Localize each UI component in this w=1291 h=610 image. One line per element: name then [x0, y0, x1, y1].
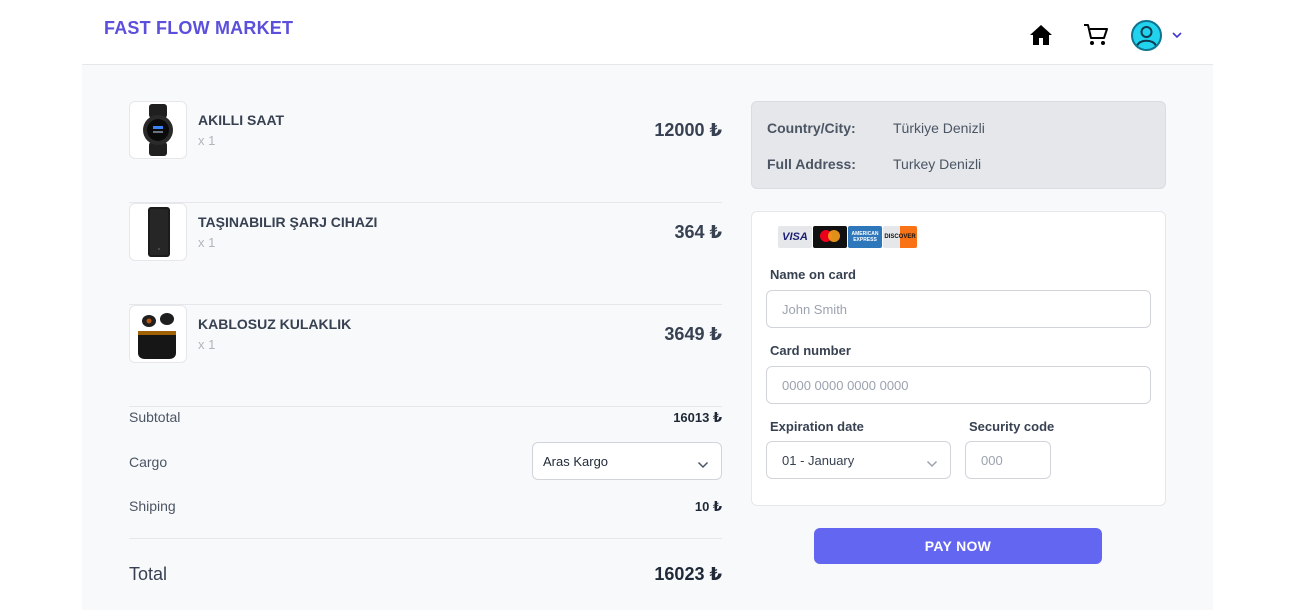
country-city-label: Country/City:	[767, 120, 856, 136]
powerbank-image	[129, 203, 187, 261]
product-name: KABLOSUZ KULAKLIK	[198, 316, 352, 332]
name-on-card-input[interactable]: John Smith	[766, 290, 1151, 328]
card-logos: VISA AMERICAN EXPRESS DISCOVER	[778, 226, 917, 248]
security-code-input[interactable]: 000	[965, 441, 1051, 479]
security-code-label: Security code	[969, 419, 1055, 434]
card-number-input[interactable]: 0000 0000 0000 0000	[766, 366, 1151, 404]
product-quantity: x 1	[198, 337, 216, 352]
full-address-value: Turkey Denizli	[893, 156, 982, 172]
cart-item: KABLOSUZ KULAKLIK x 1 3649 ₺	[129, 305, 722, 407]
cargo-selected-value: Aras Kargo	[543, 453, 609, 469]
discover-logo-icon: DISCOVER	[883, 226, 917, 248]
shipping-value: 10 ₺	[694, 499, 722, 514]
product-name: AKILLI SAAT	[198, 112, 285, 128]
shipping-label: Shiping	[129, 498, 176, 514]
product-price: 364 ₺	[674, 222, 722, 242]
visa-logo-icon: VISA	[778, 226, 812, 248]
brand-logo[interactable]: FAST FLOW MARKET	[104, 18, 293, 39]
expiration-date-label: Expiration date	[770, 419, 864, 434]
subtotal-label: Subtotal	[129, 409, 181, 425]
product-price: 3649 ₺	[664, 324, 722, 344]
cart-item: AKILLI SAAT x 1 12000 ₺	[129, 101, 722, 203]
chevron-down-icon[interactable]	[1170, 30, 1184, 40]
full-address-label: Full Address:	[767, 156, 856, 172]
top-navbar: FAST FLOW MARKET	[0, 0, 1291, 64]
avatar-icon[interactable]	[1131, 20, 1162, 51]
earbuds-image	[129, 305, 187, 363]
name-on-card-label: Name on card	[770, 267, 856, 282]
cargo-select[interactable]: Aras Kargo	[532, 442, 722, 480]
product-name: TAŞINABILIR ŞARJ CIHAZI	[198, 214, 378, 230]
product-quantity: x 1	[198, 133, 216, 148]
total-divider	[129, 538, 722, 539]
card-number-label: Card number	[770, 343, 851, 358]
cart-icon[interactable]	[1082, 22, 1110, 48]
expiration-selected-value: 01 - January	[782, 452, 855, 468]
amex-logo-icon: AMERICAN EXPRESS	[848, 226, 882, 248]
product-quantity: x 1	[198, 235, 216, 250]
expiration-date-select[interactable]: 01 - January	[766, 441, 951, 479]
subtotal-value: 16013 ₺	[673, 410, 722, 425]
chevron-down-icon	[697, 457, 709, 472]
mastercard-logo-icon	[813, 226, 847, 248]
product-price: 12000 ₺	[654, 120, 722, 140]
payment-card-form: VISA AMERICAN EXPRESS DISCOVER Name on c…	[751, 211, 1166, 506]
smartwatch-image	[129, 101, 187, 159]
chevron-down-icon	[926, 456, 938, 471]
address-box: Country/City: Türkiye Denizli Full Addre…	[751, 101, 1166, 189]
cart-item: TAŞINABILIR ŞARJ CIHAZI x 1 364 ₺	[129, 203, 722, 305]
checkout-panel: AKILLI SAAT x 1 12000 ₺ TAŞINABILIR ŞARJ…	[82, 65, 1213, 610]
pay-now-button[interactable]: PAY NOW	[814, 528, 1102, 564]
country-city-value: Türkiye Denizli	[893, 120, 985, 136]
total-value: 16023 ₺	[654, 564, 722, 584]
home-icon[interactable]	[1028, 22, 1054, 48]
total-label: Total	[129, 564, 168, 584]
cargo-label: Cargo	[129, 454, 168, 470]
